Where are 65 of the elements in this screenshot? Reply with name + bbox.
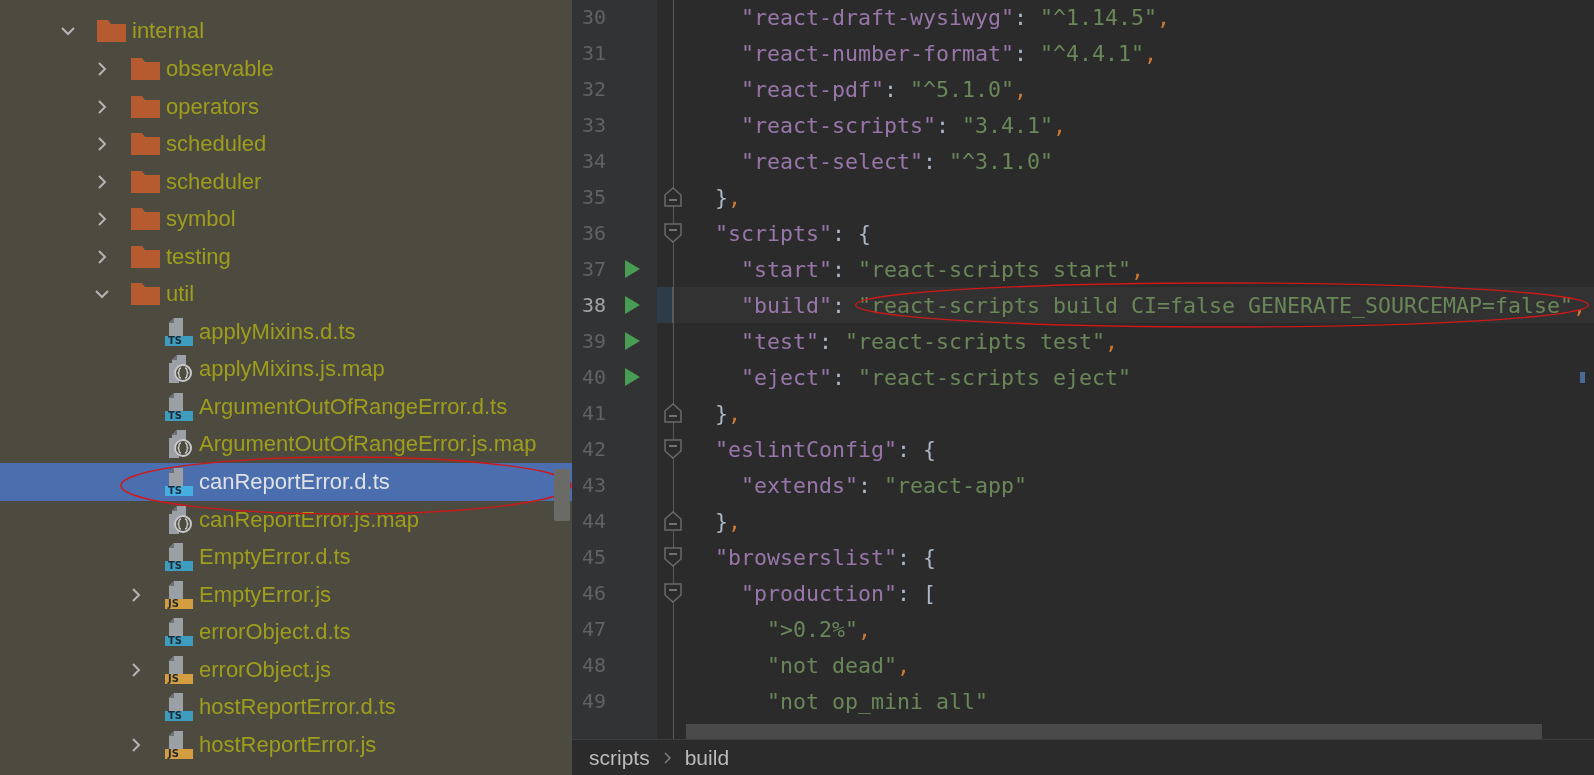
code-line: "react-number-format": "^4.4.1", (740, 40, 1158, 66)
fold-icon[interactable] (664, 547, 682, 567)
tree-item[interactable]: util (0, 275, 572, 314)
code-line: ">0.2%", (766, 616, 872, 642)
code-line: "react-scripts": "3.4.1", (740, 112, 1067, 138)
tree-item[interactable]: scheduler (0, 162, 572, 201)
folder-icon (131, 95, 160, 118)
code-line: "production": [ (740, 580, 937, 606)
run-icon[interactable] (625, 332, 640, 350)
tree-item[interactable]: JS hostReportError.js (0, 726, 572, 764)
code-line: "react-draft-wysiwyg": "^1.14.5", (740, 4, 1171, 30)
folder-icon (131, 245, 160, 268)
folder-icon (131, 133, 160, 156)
code-line: "scripts": { (714, 220, 872, 246)
fold-icon[interactable] (664, 187, 682, 207)
code-line: }, (714, 184, 742, 210)
tree-item[interactable]: JS errorObject.js (0, 651, 572, 689)
tree-item[interactable]: symbol (0, 200, 572, 238)
tree-item[interactable]: JS EmptyError.js (0, 575, 572, 614)
tree-item[interactable]: applyMixins.js.map (0, 350, 572, 389)
fold-icon[interactable] (664, 511, 682, 531)
tree-item[interactable]: TS EmptyError.d.ts (0, 538, 572, 576)
tree-item[interactable]: TS hostReportError.d.ts (0, 688, 572, 727)
chevron-icon (663, 751, 671, 764)
code-line: "build": "react-scripts build CI=false GENERATE_SOURCEMAP=false", (740, 292, 1587, 318)
code-line: "react-select": "^3.1.0" (740, 148, 1054, 174)
folder-icon (131, 208, 160, 231)
scrollbar-thumb[interactable] (686, 724, 1542, 739)
run-icon[interactable] (625, 368, 640, 386)
scrollbar-thumb[interactable] (554, 469, 570, 521)
code-line: "not dead", (766, 652, 911, 678)
code-line: "test": "react-scripts test", (740, 328, 1119, 354)
folder-icon (97, 20, 126, 43)
tree-item[interactable]: operators (0, 87, 572, 126)
tree-item[interactable]: scheduled (0, 125, 572, 163)
code-line: "extends": "react-app" (740, 472, 1028, 498)
fold-icon[interactable] (664, 583, 682, 603)
fold-icon[interactable] (664, 403, 682, 423)
tree-item[interactable]: ArgumentOutOfRangeError.js.map (0, 425, 572, 464)
tree-item[interactable]: internal (0, 12, 572, 51)
run-icon[interactable] (625, 260, 640, 278)
code-line: }, (714, 508, 742, 534)
code-line: }, (714, 400, 742, 426)
tree-item[interactable]: TS errorObject.d.ts (0, 613, 572, 651)
fold-icon[interactable] (664, 439, 682, 459)
folder-icon (131, 58, 160, 80)
code-line: "not op_mini all" (766, 688, 989, 714)
code-line: "browserslist": { (714, 544, 937, 570)
tree-item[interactable]: canReportError.js.map (0, 500, 572, 539)
run-icon[interactable] (625, 296, 640, 314)
breadcrumb-item[interactable]: build (684, 745, 730, 770)
tree-item[interactable]: TS canReportError.d.ts (0, 463, 572, 501)
tree-item[interactable]: TS ArgumentOutOfRangeError.d.ts (0, 388, 572, 426)
tree-item[interactable]: testing (0, 237, 572, 276)
folder-icon (131, 170, 160, 193)
code-line: "eject": "react-scripts eject" (740, 364, 1132, 390)
code-line: "start": "react-scripts start", (740, 256, 1145, 282)
tree-item[interactable]: observable (0, 50, 572, 88)
code-line: "eslintConfig": { (714, 436, 937, 462)
breadcrumb-item[interactable]: scripts (589, 745, 650, 770)
folder-icon (131, 283, 160, 306)
tree-item[interactable]: TS applyMixins.d.ts (0, 313, 572, 351)
fold-icon[interactable] (664, 223, 682, 243)
code-line: "react-pdf": "^5.1.0", (740, 76, 1028, 102)
line-number: 38 (580, 293, 606, 317)
